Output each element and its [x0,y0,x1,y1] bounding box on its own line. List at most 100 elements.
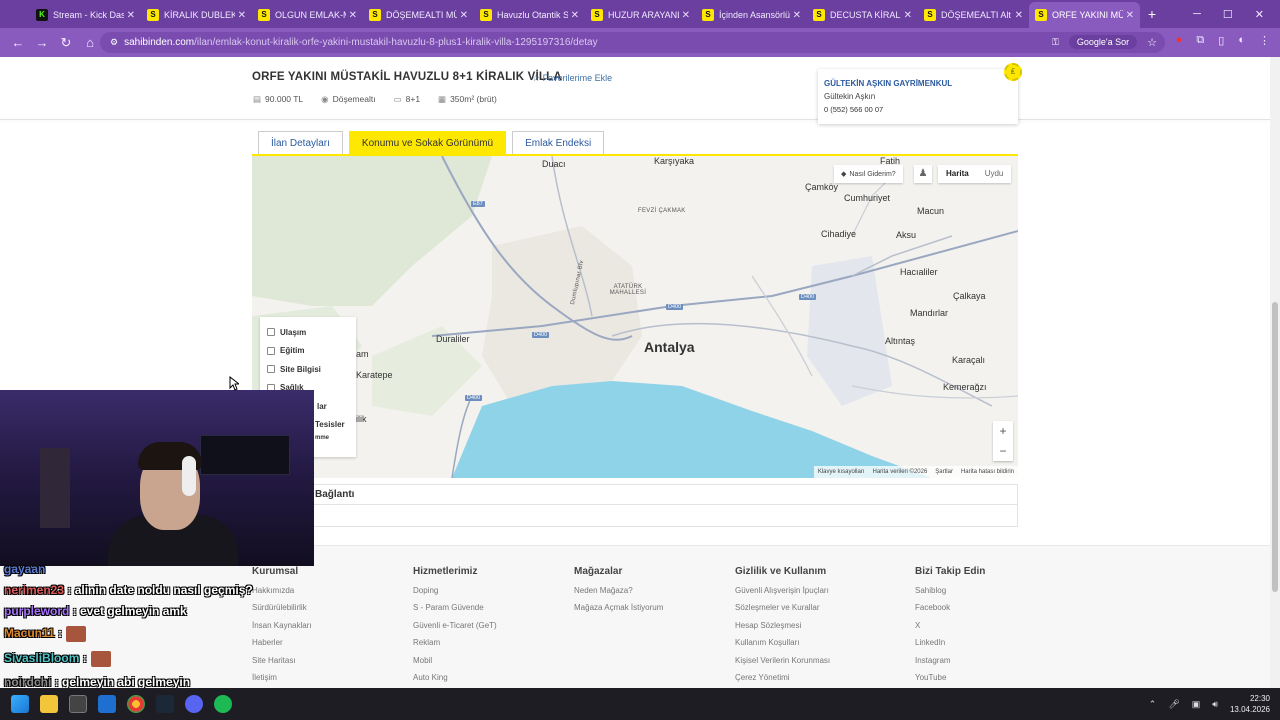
footer-link[interactable]: Güvenli Alışverişin İpuçları [735,586,830,603]
tab-ilan-detaylari[interactable]: İlan Detayları [258,131,343,154]
spotify-icon[interactable] [214,695,232,713]
footer-link[interactable]: İletişim [252,673,312,688]
footer-link[interactable]: S - Param Güvende [413,603,497,620]
browser-tab[interactable]: S İçinden Asansörlü ✕ [696,2,807,28]
browser-tab[interactable]: S Havuzlu Otantik S ✕ [474,2,585,28]
footer-link[interactable]: Hakkımızda [252,586,312,603]
close-window-button[interactable]: ✕ [1255,8,1264,21]
street-view-pegman-icon[interactable]: ♟ [914,165,932,183]
browser-tab[interactable]: S DÖŞEMEALTI Alt ✕ [918,2,1029,28]
tray-overflow-icon[interactable]: ⌃ [1149,699,1157,710]
chrome-icon[interactable] [127,695,145,713]
poi-ulasim[interactable]: Ulaşım [267,323,349,342]
scrollbar-thumb[interactable] [1272,302,1278,592]
reload-icon[interactable]: ↻ [54,35,78,51]
footer-link[interactable]: Doping [413,586,497,603]
footer-link[interactable]: Kişisel Verilerin Korunması [735,656,830,673]
taskbar-clock[interactable]: 22:30 13.04.2026 [1230,693,1270,715]
browser-tab[interactable]: S OLGUN EMLAK-M ✕ [252,2,363,28]
map-type-harita[interactable]: Harita [938,165,977,183]
footer-link[interactable]: Çerez Yönetimi [735,673,830,688]
minimize-button[interactable]: ─ [1193,8,1201,20]
poi-checkbox[interactable] [267,328,275,337]
tab-emlak-endeksi[interactable]: Emlak Endeksi [512,131,605,154]
forward-icon[interactable]: → [30,35,54,50]
footer-link[interactable]: Instagram [915,656,985,673]
profile-avatar[interactable]: ◐ [1238,34,1245,47]
report-error-link[interactable]: Harita hatası bildirin [961,469,1014,475]
site-info-icon[interactable]: ⚙ [110,37,118,48]
footer-link[interactable]: Güvenli e-Ticaret (GeT) [413,621,497,638]
map-view[interactable]: Karşıyaka Duacı Fatih Çamköy Cumhuriyet … [252,156,1018,478]
tab-close-icon[interactable]: ✕ [349,10,357,21]
footer-link[interactable]: X [915,621,985,638]
microphone-icon[interactable]: 🎤︎ [1168,699,1179,710]
tab-close-icon[interactable]: ✕ [460,10,468,21]
footer-link[interactable]: Sürdürülebilirlik [252,603,312,620]
steam-icon[interactable] [156,695,174,713]
browser-tab[interactable]: K Stream - Kick Dashboard✕ [30,2,141,28]
tab-close-icon[interactable]: ✕ [682,10,690,21]
discord-icon[interactable] [185,695,203,713]
footer-link[interactable]: Auto King [413,673,497,688]
tab-konumu[interactable]: Konumu ve Sokak Görünümü [348,131,507,154]
footer-link[interactable]: Site Haritası [252,656,312,673]
keyboard-shortcuts-link[interactable]: Klavye kısayolları [818,469,865,475]
footer-link[interactable]: YouTube [915,673,985,688]
tab-close-icon[interactable]: ✕ [1015,10,1023,21]
terms-link[interactable]: Şartlar [935,469,953,475]
add-favorite-link[interactable]: ☆ Favorilerime Ekle [532,73,612,84]
zoom-in-button[interactable]: + [993,421,1013,441]
footer-link[interactable]: Mobil [413,656,497,673]
poi-checkbox[interactable] [267,365,275,374]
browser-tab[interactable]: S HUZUR ARAYANL ✕ [585,2,696,28]
password-key-icon[interactable]: ⚿ [1052,37,1059,48]
extensions-icon[interactable]: ⧉ [1196,34,1204,47]
footer-link[interactable]: Neden Mağaza? [574,586,663,603]
agent-firm[interactable]: GÜLTEKİN AŞKIN GAYRİMENKUL [824,79,1012,88]
footer-link[interactable]: Hesap Sözleşmesi [735,621,830,638]
tab-close-icon[interactable]: ✕ [571,10,579,21]
start-windows-icon[interactable] [11,695,29,713]
zoom-out-button[interactable]: − [993,441,1013,461]
footer-link[interactable]: Haberler [252,638,312,655]
poi-site-bilgisi[interactable]: Site Bilgisi [267,360,349,379]
footer-link[interactable]: Sahiblog [915,586,985,603]
store-icon[interactable] [69,695,87,713]
browser-tab[interactable]: S ORFE YAKINI MÜ ✕ [1029,2,1140,28]
agent-card[interactable]: GÜLTEKİN AŞKIN GAYRİMENKUL Gültekin Aşkı… [818,63,1022,124]
tab-close-icon[interactable]: ✕ [127,10,135,21]
bookmark-star-icon[interactable]: ☆ [1147,36,1157,49]
network-icon[interactable]: ▣ [1192,699,1201,710]
footer-link[interactable]: LinkedIn [915,638,985,655]
tab-close-icon[interactable]: ✕ [793,10,801,21]
map-type-uydu[interactable]: Uydu [977,165,1012,183]
footer-link[interactable]: Reklam [413,638,497,655]
footer-link[interactable]: Mağaza Açmak İstiyorum [574,603,663,620]
tab-close-icon[interactable]: ✕ [1126,10,1134,21]
browser-tab[interactable]: S KİRALIK DUBLEKS✕ [141,2,252,28]
home-icon[interactable]: ⌂ [78,35,102,50]
google-ask-button[interactable]: Google'a Sor [1068,35,1138,49]
browser-tab[interactable]: S DECUSTA KİRALIK✕ [807,2,918,28]
footer-link[interactable]: İnsan Kaynakları [252,621,312,638]
menu-icon[interactable]: ⋮ [1259,34,1270,47]
back-icon[interactable]: ← [6,35,30,50]
footer-link[interactable]: Kullanım Koşulları [735,638,830,655]
new-tab-button[interactable]: + [1140,6,1164,22]
extension-red-icon[interactable]: ● [1176,34,1183,47]
file-explorer-icon[interactable] [40,695,58,713]
poi-checkbox[interactable] [267,346,275,355]
directions-button[interactable]: ◆ Nasıl Giderim? [834,165,903,183]
footer-link[interactable]: Facebook [915,603,985,620]
tab-close-icon[interactable]: ✕ [904,10,912,21]
sidebar-icon[interactable]: ▯ [1218,34,1224,47]
poi-egitim[interactable]: Eğitim [267,342,349,361]
footer-link[interactable]: Sözleşmeler ve Kurallar [735,603,830,620]
outlook-icon[interactable] [98,695,116,713]
url-input[interactable]: ⚙ sahibinden.com/ilan/emlak-konut-kirali… [100,32,1165,53]
tab-close-icon[interactable]: ✕ [238,10,246,21]
browser-tab[interactable]: S DÖŞEMEALTI MÜ ✕ [363,2,474,28]
maximize-button[interactable]: ☐ [1223,8,1233,21]
volume-icon[interactable]: 🔊︎ [1212,699,1218,710]
